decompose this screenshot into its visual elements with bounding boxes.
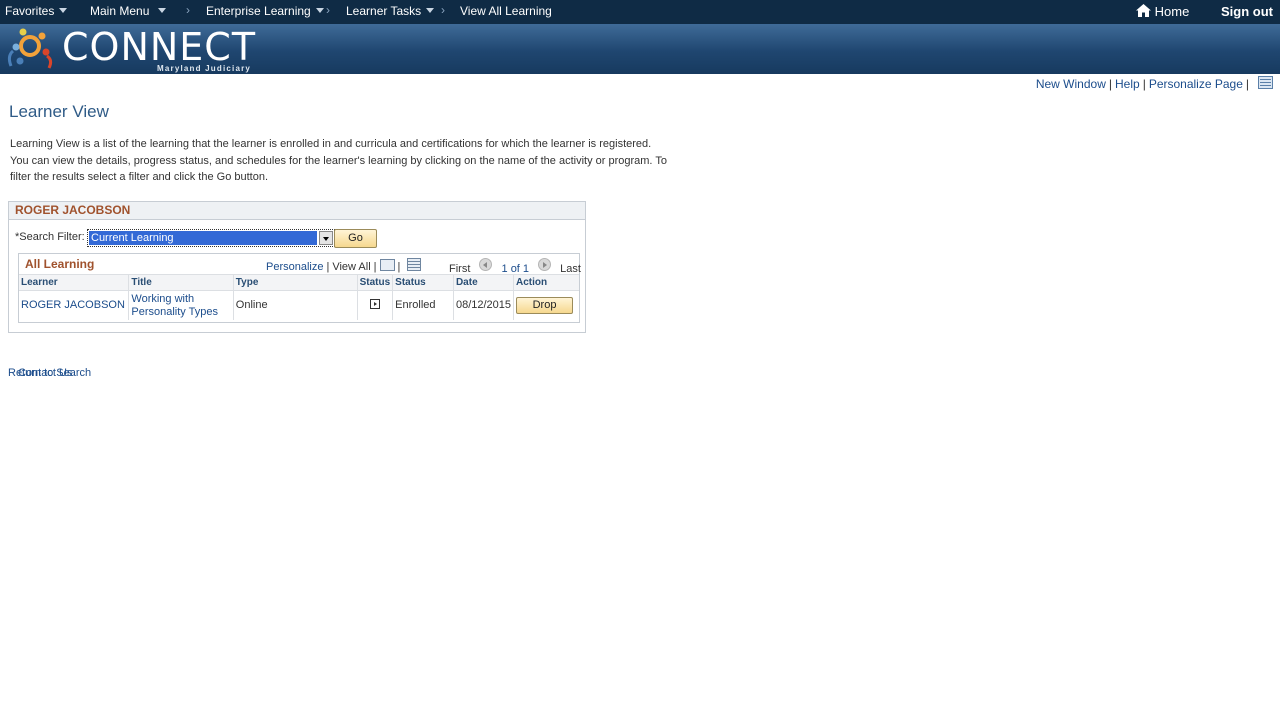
- breadcrumb-separator: ›: [441, 3, 445, 17]
- learner-link[interactable]: ROGER JACOBSON: [21, 299, 125, 311]
- learner-tasks-label: Learner Tasks: [346, 4, 422, 18]
- date-cell: 08/12/2015: [453, 290, 515, 320]
- zoom-icon[interactable]: [379, 259, 395, 271]
- go-button[interactable]: Go: [334, 229, 377, 248]
- separator: |: [1142, 77, 1146, 91]
- learner-name-header: ROGER JACOBSON: [9, 202, 585, 220]
- main-menu-label: Main Menu: [90, 4, 150, 18]
- separator: |: [326, 261, 330, 273]
- personalize-page-link[interactable]: Personalize Page: [1149, 77, 1243, 91]
- chevron-down-icon: [59, 8, 68, 13]
- home-icon: [1136, 4, 1151, 17]
- learner-group-box: ROGER JACOBSON *Search Filter: Current L…: [8, 201, 586, 333]
- separator: |: [1245, 77, 1249, 91]
- enterprise-learning-menu[interactable]: Enterprise Learning: [206, 4, 324, 18]
- col-status: Status: [392, 275, 454, 291]
- separator: |: [397, 261, 401, 273]
- type-cell: Online: [233, 290, 358, 320]
- utility-links: New Window | Help | Personalize Page |: [1036, 77, 1252, 91]
- title-link[interactable]: Working with Personality Types: [131, 293, 218, 318]
- help-link[interactable]: Help: [1115, 77, 1140, 91]
- download-icon[interactable]: [407, 258, 422, 271]
- drop-button[interactable]: Drop: [516, 297, 574, 314]
- home-link[interactable]: Home: [1136, 4, 1189, 19]
- pager: First 1 of 1 Last: [449, 258, 581, 275]
- grid-header: All Learning Personalize | View All | | Firs…: [19, 254, 581, 275]
- view-all-learning-crumb[interactable]: View All Learning: [460, 4, 552, 18]
- col-learner: Learner: [19, 275, 130, 291]
- new-window-link[interactable]: New Window: [1036, 77, 1106, 91]
- search-filter-select[interactable]: Current Learning: [87, 229, 335, 247]
- top-navigation-bar: Favorites Main Menu › Enterprise Learnin…: [0, 0, 1280, 24]
- col-date: Date: [453, 275, 515, 291]
- personalize-link[interactable]: Personalize: [266, 261, 323, 273]
- page-description: Learning View is a list of the learning …: [10, 138, 667, 183]
- separator: |: [373, 261, 377, 273]
- page-layout-icon[interactable]: [1258, 76, 1273, 89]
- status-cell: Enrolled: [392, 290, 454, 320]
- previous-arrow-icon[interactable]: [479, 258, 493, 271]
- table-row: ROGER JACOBSON Working with Personality …: [19, 290, 579, 320]
- logo-subtitle: Maryland Judiciary: [157, 64, 252, 73]
- separator: |: [1108, 77, 1112, 91]
- grid-title: All Learning: [25, 257, 95, 271]
- chevron-down-icon: [158, 8, 167, 13]
- col-type: Type: [233, 275, 358, 291]
- first-link[interactable]: First: [449, 263, 470, 275]
- contact-us-link[interactable]: Contact Us: [18, 367, 72, 379]
- table-header-row: Learner Title Type Status Status Date Ac…: [19, 275, 579, 291]
- favorites-label: Favorites: [5, 4, 55, 18]
- col-action: Action: [513, 275, 579, 291]
- dropdown-arrow-icon[interactable]: [319, 231, 333, 245]
- col-title: Title: [128, 275, 234, 291]
- learner-tasks-menu[interactable]: Learner Tasks: [346, 4, 435, 18]
- logo-text: CONNECT: [62, 25, 257, 69]
- enterprise-learning-label: Enterprise Learning: [206, 4, 311, 18]
- signout-link[interactable]: Sign out: [1221, 4, 1273, 19]
- next-arrow-icon[interactable]: [538, 258, 552, 271]
- page-range: 1 of 1: [501, 263, 530, 275]
- chevron-down-icon: [426, 8, 435, 13]
- search-filter-label: *Search Filter:: [15, 231, 85, 243]
- all-learning-grid: All Learning Personalize | View All | | Firs…: [18, 253, 581, 323]
- home-label: Home: [1154, 4, 1190, 19]
- grid-tools: Personalize | View All | |: [266, 258, 422, 273]
- breadcrumb-separator: ›: [186, 3, 190, 17]
- view-all-link[interactable]: View All: [332, 261, 370, 273]
- search-filter-value: Current Learning: [89, 231, 317, 245]
- chevron-down-icon: [315, 8, 324, 13]
- header-banner: CONNECT Maryland Judiciary: [0, 24, 1280, 74]
- status-launch-icon[interactable]: [369, 298, 380, 309]
- page-title: Learner View: [9, 102, 109, 121]
- last-link[interactable]: Last: [560, 263, 581, 275]
- col-status-icon: Status: [357, 275, 394, 291]
- connect-logo-icon: [7, 28, 53, 69]
- learning-table: Learner Title Type Status Status Date Ac…: [19, 275, 579, 320]
- main-menu[interactable]: Main Menu: [90, 4, 167, 18]
- breadcrumb-separator: ›: [326, 3, 330, 17]
- favorites-menu[interactable]: Favorites: [5, 4, 68, 18]
